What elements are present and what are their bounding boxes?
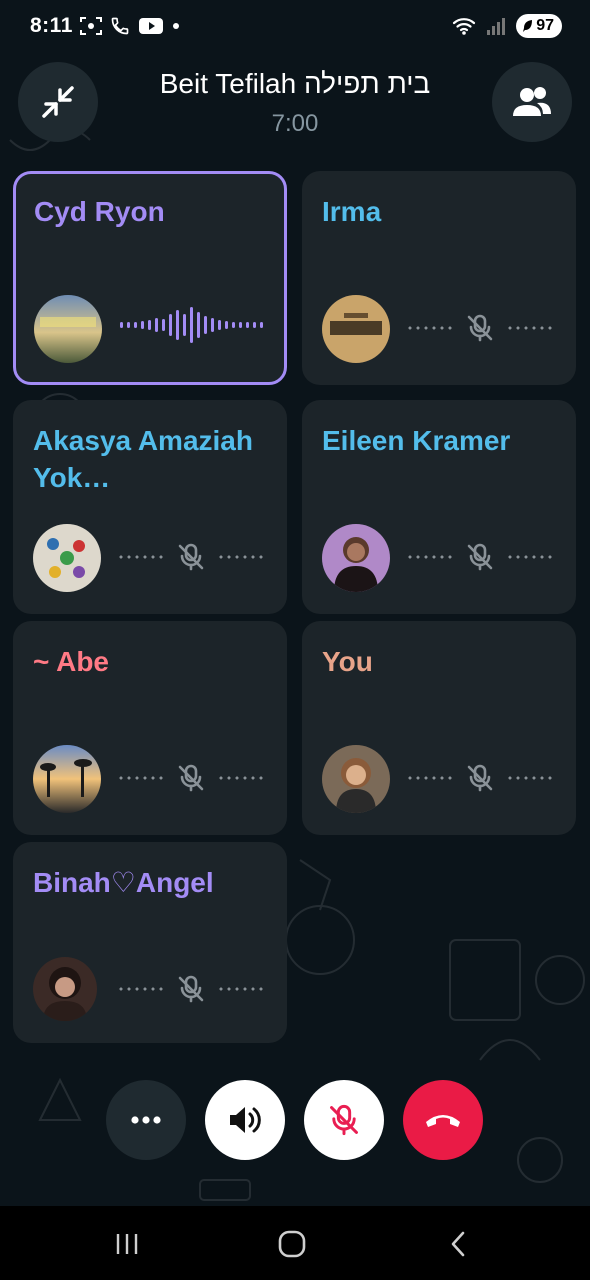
battery-indicator: 97 [516,14,562,38]
participant-name: Binah♡Angel [33,867,214,898]
muted-indicator [117,763,265,793]
mic-off-icon [467,314,493,342]
more-horizontal-icon [131,1116,161,1124]
mic-off-icon [467,764,493,792]
home-button[interactable] [262,1224,322,1264]
dots-right [217,555,265,559]
speaker-icon [230,1107,261,1133]
participant-name: Cyd Ryon [34,196,165,227]
avatar [34,295,102,363]
wifi-icon [453,18,476,35]
mic-off-icon [330,1104,358,1136]
participant-tile[interactable]: You [302,621,576,835]
recent-apps-icon [116,1234,138,1254]
dots-right [217,776,265,780]
mic-off-icon [178,764,204,792]
mic-off-icon [178,543,204,571]
call-controls [0,1080,590,1160]
avatar [33,957,97,1021]
back-button[interactable] [428,1224,488,1264]
dots-left [117,555,165,559]
status-system-icons: 97 [452,14,562,38]
people-icon [513,87,551,116]
avatar [322,295,390,363]
dots-left [406,555,454,559]
participant-name: ~ Abe [33,646,109,677]
system-navigation-bar [0,1206,590,1280]
mute-button[interactable] [304,1080,384,1160]
muted-indicator [117,542,265,572]
dots-left [117,776,165,780]
end-call-button[interactable] [403,1080,483,1160]
participant-tile[interactable]: Eileen Kramer [302,400,576,614]
mic-off-icon [178,975,204,1003]
mic-off-icon [467,543,493,571]
dots-left [406,326,454,330]
muted-indicator [406,763,554,793]
avatar [33,524,101,592]
phone-hangup-icon [426,1115,460,1127]
dots-right [506,326,554,330]
participant-tile[interactable]: Irma [302,171,576,385]
voice-waveform-icon [120,307,263,343]
dots-left [117,987,165,991]
status-notification-icons [80,16,180,36]
home-icon [278,1230,306,1258]
avatar [322,745,390,813]
muted-indicator [406,542,554,572]
youtube-icon [139,18,163,34]
status-bar: 8:11 97 [0,0,590,56]
dots-right [506,776,554,780]
battery-level: 97 [536,17,554,34]
screen-capture-icon [80,17,102,35]
dots-left [406,776,454,780]
participant-name: Akasya Amaziah Yok… [33,425,253,493]
status-time: 8:11 [30,14,73,37]
battery-saver-icon [523,20,533,32]
avatar [33,745,101,813]
participant-tile[interactable]: Binah♡Angel [13,842,287,1043]
dots-right [506,555,554,559]
speaker-button[interactable] [205,1080,285,1160]
participant-tile[interactable]: Akasya Amaziah Yok… [13,400,287,614]
signal-icon [487,18,506,35]
phone-call-icon [111,17,129,35]
more-options-button[interactable] [106,1080,186,1160]
participant-name: Eileen Kramer [322,425,511,456]
dots-right [217,987,265,991]
muted-indicator [406,313,554,343]
participant-tile[interactable]: Cyd Ryon [13,171,287,385]
call-header: Beit Tefilah בית תפילה 7:00 [0,60,590,150]
back-icon [451,1231,465,1257]
participant-name: You [322,646,373,677]
participants-button[interactable] [492,62,572,142]
participant-tile[interactable]: ~ Abe [13,621,287,835]
participant-name: Irma [322,196,382,227]
avatar [322,524,390,592]
notification-dot-icon [173,23,179,29]
muted-indicator [117,974,265,1004]
recent-apps-button[interactable] [97,1224,157,1264]
